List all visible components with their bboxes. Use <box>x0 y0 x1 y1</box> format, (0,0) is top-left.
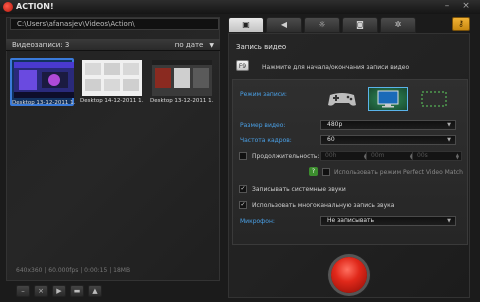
fps-value: 60 <box>327 136 335 143</box>
speaker-icon: ◀ <box>280 20 288 29</box>
pvm-label: Использовать режим Perfect Video Match <box>334 169 463 176</box>
mic-value: Не записывать <box>327 217 375 224</box>
thumbnail-preview-icon <box>14 62 74 98</box>
recordings-toolbar: – × ▶ ▬ ▲ <box>6 285 220 299</box>
fps-label: Частота кадров: <box>240 137 292 144</box>
mode-gamepad[interactable] <box>322 87 362 111</box>
tab-audio[interactable]: ◀ <box>266 17 302 33</box>
multichannel-checkbox[interactable]: ✓ <box>239 201 247 209</box>
duration-hours-field[interactable]: 00h▲▼ <box>320 151 370 161</box>
close-icon[interactable]: × <box>34 285 48 297</box>
sort-label: по дате <box>174 41 204 49</box>
thumbnail-image <box>14 62 74 98</box>
video-size-select[interactable]: 480p ▼ <box>320 120 456 130</box>
title-bar: ACTION! – × <box>0 0 480 14</box>
thumbnail-item[interactable]: Desktop 14-12-2011 1... <box>80 58 144 106</box>
thumbnail-item[interactable]: Desktop 13-12-2011 1... <box>10 58 76 106</box>
video-size-value: 480p <box>327 121 343 128</box>
system-sounds-checkbox[interactable]: ✓ <box>239 185 247 193</box>
multichannel-label: Использовать многоканальную запись звука <box>252 202 395 209</box>
gear-icon: ✲ <box>394 20 402 29</box>
thumbnail-grid: Desktop 13-12-2011 1... Desktop 14-12-20… <box>10 58 220 110</box>
spinner-icon[interactable]: ▲▼ <box>456 153 459 160</box>
recordings-header: Видеозаписи: 3 по дате ▼ <box>6 39 220 51</box>
checkmark-icon: ✓ <box>240 201 246 208</box>
video-icon: ▣ <box>242 20 250 29</box>
gamepad-icon <box>328 93 356 106</box>
stream-icon: ☼ <box>318 20 326 29</box>
minus-icon[interactable]: – <box>16 285 30 297</box>
hotkey-button[interactable]: F9 <box>236 60 249 71</box>
mode-region[interactable] <box>414 87 454 111</box>
thumbnail-caption: Desktop 13-12-2011 1... <box>12 100 76 106</box>
fps-select[interactable]: 60 ▼ <box>320 135 456 145</box>
desktop-monitor-icon <box>377 90 399 108</box>
mic-select[interactable]: Не записывать ▼ <box>320 216 456 226</box>
duration-checkbox[interactable] <box>239 152 247 160</box>
system-sounds-label: Записывать системные звуки <box>252 186 346 193</box>
duration-seconds-value: 00s <box>417 152 428 159</box>
chevron-down-icon: ▼ <box>447 137 451 143</box>
play-icon[interactable]: ▶ <box>52 285 66 297</box>
pvm-checkbox[interactable] <box>322 168 330 176</box>
duration-minutes-field[interactable]: 00m▲▼ <box>366 151 416 161</box>
tab-screenshot[interactable]: ◙ <box>342 17 378 33</box>
record-button[interactable] <box>331 257 367 293</box>
upload-icon[interactable]: ▲ <box>88 285 102 297</box>
key-icon: ⚷ <box>458 19 464 28</box>
thumbnail-item[interactable]: Desktop 13-12-2011 1... <box>150 58 214 106</box>
tab-stream[interactable]: ☼ <box>304 17 340 33</box>
thumbnail-image <box>82 60 142 96</box>
duration-seconds-field[interactable]: 00s ▲ ▼ <box>412 151 462 161</box>
settings-tabs: ▣ ◀ ☼ ◙ ✲ <box>228 17 418 33</box>
app-title: ACTION! <box>16 2 54 11</box>
thumbnail-image <box>152 60 212 96</box>
thumbnail-caption: Desktop 13-12-2011 1... <box>150 98 214 104</box>
recordings-count: Видеозаписи: 3 <box>12 41 70 49</box>
mode-label: Режим записи: <box>240 91 287 98</box>
thumbnail-caption: Desktop 14-12-2011 1... <box>80 98 144 104</box>
hotkey-hint: Нажмите для начала/окончания записи виде… <box>262 64 410 71</box>
tab-video[interactable]: ▣ <box>228 17 264 33</box>
camera-icon: ◙ <box>356 20 364 29</box>
chevron-down-icon: ▼ <box>447 122 451 128</box>
duration-minutes-value: 00m <box>371 152 385 159</box>
mic-label: Микрофон: <box>240 218 275 225</box>
size-label: Размер видео: <box>240 122 286 129</box>
section-title: Запись видео <box>236 43 287 51</box>
minimize-button[interactable]: – <box>441 1 453 11</box>
sort-dropdown[interactable]: по дате ▼ <box>175 41 214 49</box>
thumbnail-preview-icon <box>152 60 212 96</box>
recordings-panel <box>6 17 220 281</box>
region-select-icon <box>421 91 447 107</box>
help-icon[interactable]: ? <box>309 167 318 176</box>
duration-label: Продолжительность: <box>252 153 320 160</box>
recording-info: 640x360 | 60.000fps | 0:00:15 | 18MB <box>16 267 131 274</box>
tab-settings[interactable]: ✲ <box>380 17 416 33</box>
chevron-down-icon: ▼ <box>209 42 214 49</box>
mode-desktop[interactable] <box>368 87 408 111</box>
close-button[interactable]: × <box>460 1 472 11</box>
license-key-button[interactable]: ⚷ <box>452 17 470 31</box>
folder-icon[interactable]: ▬ <box>70 285 84 297</box>
action-logo-icon <box>3 2 13 12</box>
duration-hours-value: 00h <box>325 152 337 159</box>
chevron-down-icon: ▼ <box>447 218 451 224</box>
folder-path[interactable]: C:\Users\afanasjev\Videos\Action\ <box>10 18 219 30</box>
thumbnail-preview-icon <box>82 60 142 96</box>
checkmark-icon: ✓ <box>240 185 246 192</box>
